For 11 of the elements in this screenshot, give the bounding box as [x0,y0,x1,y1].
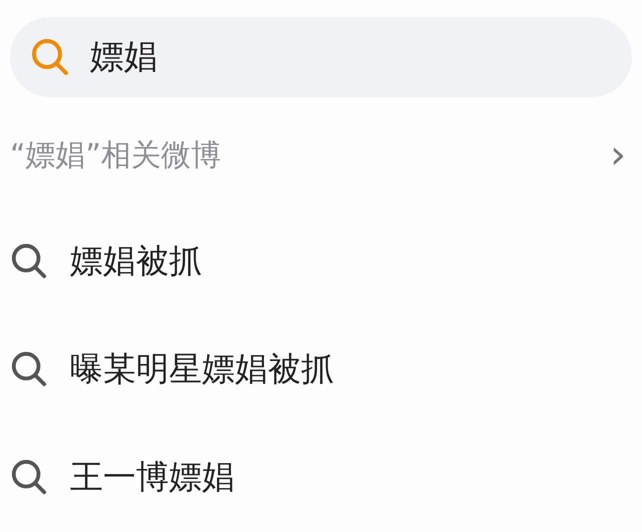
search-suggestion[interactable]: 曝某明星嫖娼被抓 [70,346,334,392]
search-suggestion[interactable]: 王一博嫖娼 [70,454,235,500]
search-icon [30,37,70,77]
related-posts-link[interactable]: “嫖娼”相关微博 › [10,97,632,213]
search-suggestion[interactable]: 嫖娼被抓 [70,238,202,284]
chevron-icon: › [610,135,626,175]
search-icon [10,242,48,280]
search-field[interactable]: 嫖娼 [10,17,632,97]
search-icon [10,350,48,388]
search-icon [10,458,48,496]
related-posts-label: “嫖娼”相关微博 [10,136,222,174]
